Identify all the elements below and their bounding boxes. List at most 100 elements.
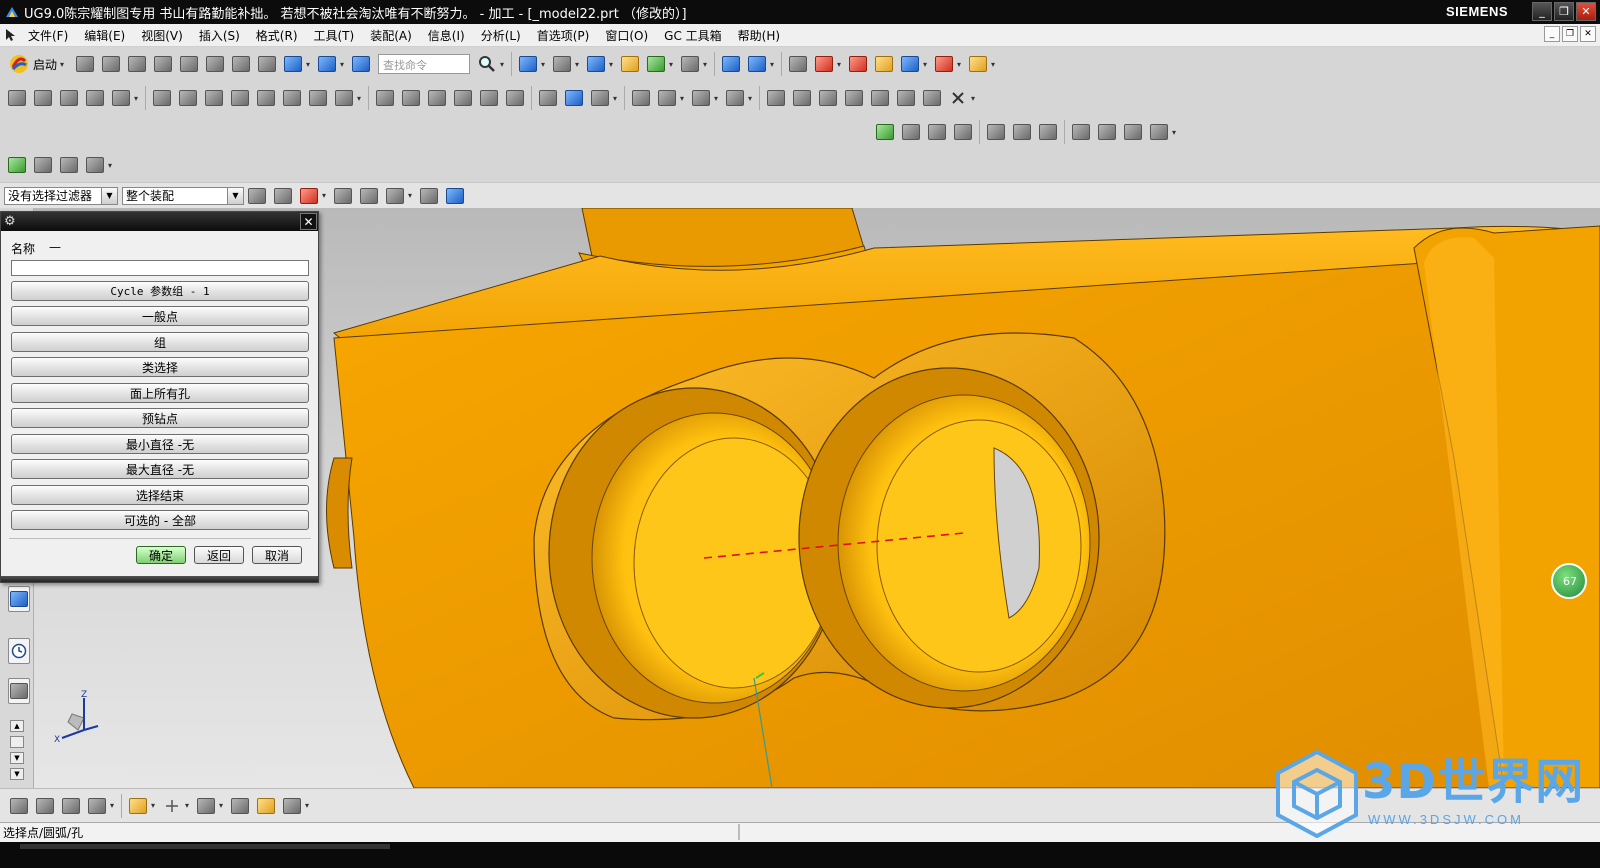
op-time-icon[interactable] — [1120, 119, 1146, 145]
bt-geometry-icon[interactable] — [58, 793, 84, 819]
hole-feature-icon[interactable] — [398, 85, 424, 111]
op-copy-icon[interactable] — [924, 119, 950, 145]
bt-datum-icon[interactable] — [193, 793, 219, 819]
search-icon[interactable] — [474, 51, 500, 77]
min-diameter-button[interactable]: 最小直径 -无 — [11, 434, 309, 454]
list-path-icon[interactable] — [305, 85, 331, 111]
menu-help[interactable]: 帮助(H) — [730, 27, 788, 44]
cut-region-icon[interactable] — [815, 85, 841, 111]
eraser-icon[interactable] — [416, 183, 442, 209]
snap-icon[interactable] — [897, 51, 923, 77]
analysis-icon[interactable] — [871, 51, 897, 77]
class-selection-button[interactable]: 类选择 — [11, 357, 309, 377]
wcs-icon[interactable] — [643, 51, 669, 77]
start-button[interactable]: 启动 ▾ — [4, 53, 72, 75]
menu-format[interactable]: 格式(R) — [248, 27, 306, 44]
cycle-parameter-group-button[interactable]: Cycle 参数组 - 1 — [11, 281, 309, 301]
document-icon[interactable] — [561, 85, 587, 111]
restore-button[interactable]: ❐ — [1554, 2, 1574, 21]
orient-icon[interactable] — [718, 51, 744, 77]
select-curve-icon[interactable] — [356, 183, 382, 209]
bt-part-icon[interactable] — [279, 793, 305, 819]
measure-icon[interactable] — [845, 51, 871, 77]
palette-icon[interactable] — [8, 678, 30, 704]
bt-layer-icon[interactable] — [227, 793, 253, 819]
boss-icon[interactable] — [424, 85, 450, 111]
menu-gc-toolbox[interactable]: GC 工具箱 — [656, 27, 730, 44]
doc-close-button[interactable]: ✕ — [1580, 26, 1596, 42]
gear-icon[interactable]: ⚙ — [4, 214, 16, 229]
shop-doc-icon[interactable] — [331, 85, 357, 111]
postprocess-icon[interactable] — [253, 85, 279, 111]
all-holes-on-face-button[interactable]: 面上所有孔 — [11, 383, 309, 403]
delete-path-icon[interactable] — [279, 85, 305, 111]
gouge-icon[interactable] — [919, 85, 945, 111]
bt-color-icon[interactable] — [125, 793, 151, 819]
menu-analysis[interactable]: 分析(L) — [473, 27, 529, 44]
snap-options-icon[interactable] — [296, 183, 322, 209]
performance-badge[interactable]: 67 — [1551, 563, 1587, 599]
op-flag-icon[interactable] — [983, 119, 1009, 145]
max-diameter-button[interactable]: 最大直径 -无 — [11, 459, 309, 479]
transform-icon[interactable] — [628, 85, 654, 111]
blank-icon[interactable] — [841, 85, 867, 111]
create-tool-icon[interactable] — [30, 85, 56, 111]
check-mark-icon[interactable] — [4, 152, 30, 178]
background-icon[interactable] — [677, 51, 703, 77]
selection-scope-select[interactable]: 整个装配 ▼ — [122, 186, 244, 205]
geometry-view-icon[interactable] — [82, 152, 108, 178]
select-face-icon[interactable] — [330, 183, 356, 209]
print-icon[interactable] — [150, 51, 176, 77]
general-point-button[interactable]: 一般点 — [11, 306, 309, 326]
tool-view-icon[interactable] — [56, 152, 82, 178]
render-style-icon[interactable] — [549, 51, 575, 77]
layer-icon[interactable] — [617, 51, 643, 77]
verify-path-icon[interactable] — [201, 85, 227, 111]
end-selection-button[interactable]: 选择结束 — [11, 485, 309, 505]
history-clock-icon[interactable] — [8, 638, 30, 664]
create-method-icon[interactable] — [82, 85, 108, 111]
ruler-icon[interactable] — [965, 51, 991, 77]
doc-restore-button[interactable]: ❐ — [1562, 26, 1578, 42]
name-input[interactable] — [11, 260, 309, 276]
bt-method-icon[interactable] — [84, 793, 110, 819]
scroll-icon[interactable] — [10, 736, 24, 748]
create-geometry-icon[interactable] — [56, 85, 82, 111]
op-verify-icon[interactable] — [1094, 119, 1120, 145]
move-icon[interactable] — [811, 51, 837, 77]
delete-icon[interactable] — [254, 51, 280, 77]
dialog-close-button[interactable]: ✕ — [300, 213, 317, 230]
shaded-view-icon[interactable] — [583, 51, 609, 77]
menu-window[interactable]: 窗口(O) — [597, 27, 656, 44]
menu-edit[interactable]: 编辑(E) — [76, 27, 133, 44]
menu-info[interactable]: 信息(I) — [420, 27, 473, 44]
tool-paths-icon[interactable] — [587, 85, 613, 111]
paste-icon[interactable] — [228, 51, 254, 77]
selectable-all-button[interactable]: 可选的 - 全部 — [11, 510, 309, 530]
op-comment-icon[interactable] — [1009, 119, 1035, 145]
menu-insert[interactable]: 插入(S) — [191, 27, 248, 44]
replay-path-icon[interactable] — [175, 85, 201, 111]
new-icon[interactable] — [72, 51, 98, 77]
scroll-up-icon[interactable]: ▲ — [10, 720, 24, 732]
menu-preferences[interactable]: 首选项(P) — [529, 27, 598, 44]
wizard-icon[interactable] — [763, 85, 789, 111]
grid-icon[interactable] — [931, 51, 957, 77]
pocket-icon[interactable] — [450, 85, 476, 111]
object-icon[interactable] — [654, 85, 680, 111]
generate-path-icon[interactable] — [149, 85, 175, 111]
back-button[interactable]: 返回 — [194, 546, 244, 564]
snap-point-icon[interactable] — [270, 183, 296, 209]
filter-reset-icon[interactable] — [244, 183, 270, 209]
menu-view[interactable]: 视图(V) — [133, 27, 191, 44]
menu-arrow-icon[interactable] — [0, 28, 20, 42]
navigator-icon[interactable] — [785, 51, 811, 77]
command-search-input[interactable]: 查找命令 — [378, 54, 471, 74]
check-icon[interactable] — [893, 85, 919, 111]
menu-file[interactable]: 文件(F) — [20, 27, 76, 44]
scroll-down-icon[interactable]: ▼ — [10, 752, 24, 764]
program-view-icon[interactable] — [30, 152, 56, 178]
groove-icon[interactable] — [502, 85, 528, 111]
info-icon[interactable] — [348, 51, 374, 77]
doc-minimize-button[interactable]: _ — [1544, 26, 1560, 42]
